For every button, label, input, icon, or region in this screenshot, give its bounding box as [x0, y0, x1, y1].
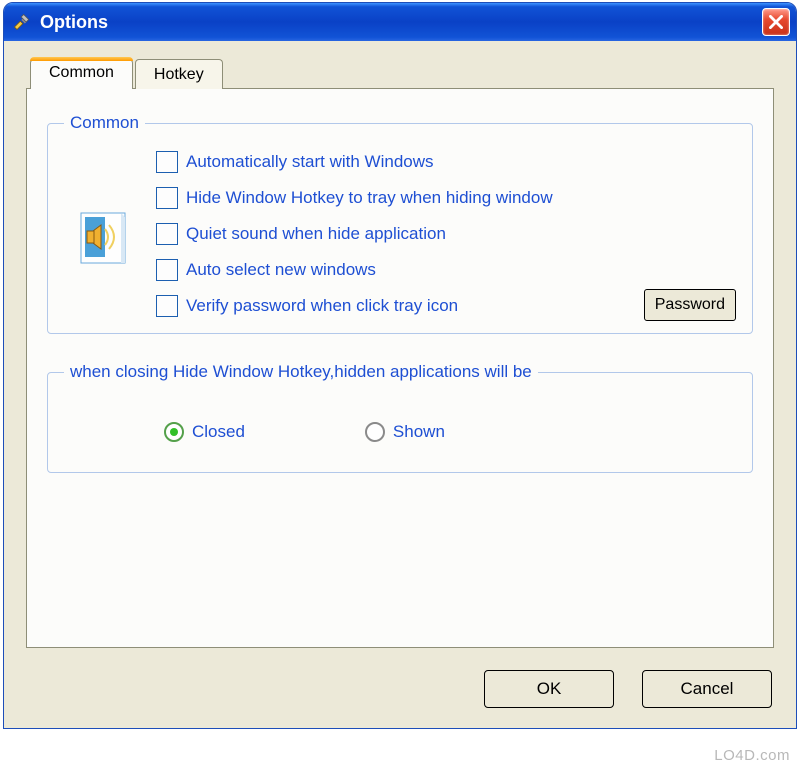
- speaker-icon: [77, 211, 129, 269]
- tab-strip: Common Hotkey: [30, 59, 774, 89]
- label-verify-password[interactable]: Verify password when click tray icon: [186, 296, 458, 316]
- sound-icon-wrap: [64, 151, 142, 269]
- label-hide-to-tray[interactable]: Hide Window Hotkey to tray when hiding w…: [186, 188, 553, 208]
- group-closing: when closing Hide Window Hotkey,hidden a…: [47, 362, 753, 473]
- cancel-button[interactable]: Cancel: [642, 670, 772, 708]
- checkbox-auto-select[interactable]: [156, 259, 178, 281]
- dialog-body: Common Hotkey Common: [8, 41, 792, 724]
- radio-label-closed: Closed: [192, 422, 245, 442]
- radio-shown[interactable]: [365, 422, 385, 442]
- options-window: Options Common Hotkey Common: [3, 2, 797, 729]
- checkbox-list: Automatically start with Windows Hide Wi…: [156, 151, 736, 317]
- window-title: Options: [40, 12, 754, 33]
- tab-hotkey[interactable]: Hotkey: [135, 59, 223, 89]
- check-verify-password: Verify password when click tray icon Pas…: [156, 295, 736, 317]
- radio-item-shown[interactable]: Shown: [365, 422, 445, 442]
- label-autostart[interactable]: Automatically start with Windows: [186, 152, 434, 172]
- checkbox-quiet-sound[interactable]: [156, 223, 178, 245]
- tab-common[interactable]: Common: [30, 59, 133, 89]
- checkbox-hide-to-tray[interactable]: [156, 187, 178, 209]
- checkbox-autostart[interactable]: [156, 151, 178, 173]
- check-autostart: Automatically start with Windows: [156, 151, 736, 173]
- group-common: Common: [47, 113, 753, 334]
- close-button[interactable]: [762, 8, 790, 36]
- check-auto-select: Auto select new windows: [156, 259, 736, 281]
- group-common-legend: Common: [64, 113, 145, 133]
- ok-button[interactable]: OK: [484, 670, 614, 708]
- label-quiet-sound[interactable]: Quiet sound when hide application: [186, 224, 446, 244]
- radio-closed[interactable]: [164, 422, 184, 442]
- label-auto-select[interactable]: Auto select new windows: [186, 260, 376, 280]
- radio-item-closed[interactable]: Closed: [164, 422, 245, 442]
- checkbox-verify-password[interactable]: [156, 295, 178, 317]
- tab-panel-common: Common: [26, 88, 774, 648]
- group-closing-legend: when closing Hide Window Hotkey,hidden a…: [64, 362, 538, 382]
- watermark: LO4D.com: [714, 747, 790, 764]
- titlebar[interactable]: Options: [4, 3, 796, 41]
- dialog-button-row: OK Cancel: [484, 670, 772, 708]
- check-hide-to-tray: Hide Window Hotkey to tray when hiding w…: [156, 187, 736, 209]
- close-icon: [769, 15, 783, 29]
- tools-icon: [12, 12, 32, 32]
- check-quiet-sound: Quiet sound when hide application: [156, 223, 736, 245]
- password-button[interactable]: Password: [644, 289, 736, 321]
- radio-label-shown: Shown: [393, 422, 445, 442]
- tab-container: Common Hotkey Common: [26, 59, 774, 649]
